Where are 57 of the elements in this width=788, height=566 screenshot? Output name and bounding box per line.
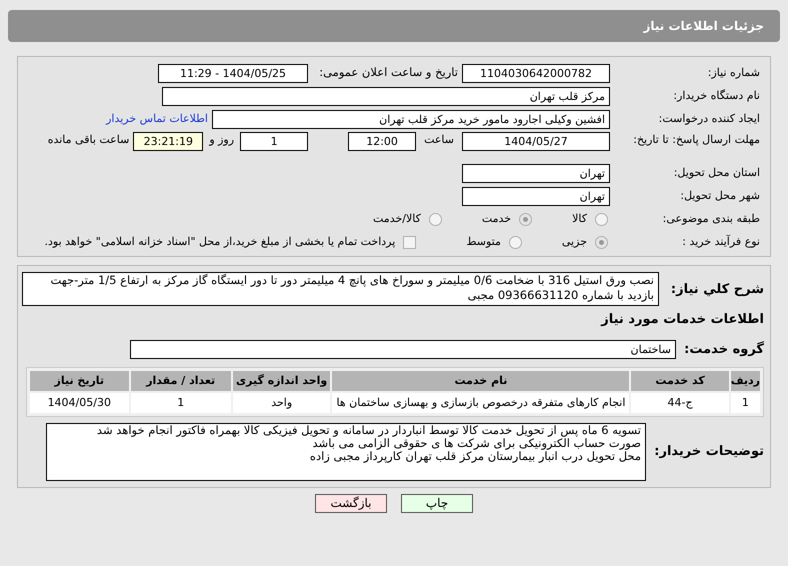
text-field[interactable]: تهران bbox=[462, 186, 610, 206]
text-field[interactable]: افشین وکیلی اجارود مامور خرید مرکز قلب تهران bbox=[212, 110, 610, 128]
text-field[interactable]: 1104030642000782 bbox=[462, 64, 610, 82]
print-button[interactable]: چاپ bbox=[401, 494, 473, 513]
back-button[interactable]: بازگشت bbox=[315, 494, 387, 513]
text-field[interactable]: 12:00 bbox=[348, 132, 416, 151]
field-label: نام دستگاه خریدار: bbox=[672, 88, 760, 104]
text-field[interactable]: 1404/05/25 - 11:29 bbox=[158, 64, 308, 82]
field-label: شهر محل تحویل: bbox=[679, 188, 760, 204]
table-cell: 1 bbox=[730, 393, 760, 413]
radio-label: کالا bbox=[572, 210, 587, 227]
checkbox-label: پرداخت تمام یا بخشی از مبلغ خرید،از محل "اسناد خزانه اسلامی" خواهد بود. bbox=[44, 234, 396, 250]
radio-label: متوسط bbox=[466, 234, 501, 250]
field-label: مهلت ارسال پاسخ: تا تاریخ: bbox=[632, 132, 760, 147]
checkbox[interactable] bbox=[403, 236, 416, 248]
column-header: تعداد / مقدار bbox=[130, 371, 231, 391]
text-field[interactable]: ساختمان bbox=[130, 340, 676, 359]
field-label: گروه خدمت: bbox=[683, 340, 764, 358]
radio-label: جزیی bbox=[562, 234, 587, 250]
description-textarea[interactable]: نصب ورق استیل 316 با ضخامت 0/6 میلیمتر و سوراخ های پانچ 4 میلیمتر دور تا دور ایستگاه گاز مرکز به ارتفاع 1/5 متر-جهت بازدید با شماره 09366631120 مجبی bbox=[22, 272, 659, 306]
table-cell: واحد bbox=[232, 393, 330, 413]
page-title: جزئیات اطلاعات نیاز bbox=[643, 18, 764, 35]
section-heading: اطلاعات خدمات مورد نیاز bbox=[600, 311, 764, 329]
field-label: تاریخ و ساعت اعلان عمومی: bbox=[318, 64, 458, 82]
days-label: روز و bbox=[209, 132, 234, 148]
radio-button[interactable] bbox=[428, 212, 442, 226]
column-header: کد خدمت bbox=[631, 371, 729, 391]
field-label: شرح کلي نیاز: bbox=[670, 281, 764, 299]
column-header: ردیف bbox=[730, 371, 760, 391]
text-field[interactable]: تهران bbox=[462, 164, 610, 182]
time-label: ساعت bbox=[424, 132, 454, 148]
text-field[interactable]: مرکز قلب تهران bbox=[162, 86, 610, 106]
field-label: توضیحات خریدار: bbox=[653, 443, 764, 462]
table-cell: ج-44 bbox=[631, 393, 729, 413]
radio-button[interactable] bbox=[519, 212, 532, 226]
radio-label: خدمت bbox=[482, 210, 512, 227]
table-cell: 1 bbox=[130, 393, 231, 413]
field-label: طبقه بندی موضوعی: bbox=[662, 210, 760, 227]
field-label: نوع فرآیند خرید : bbox=[681, 234, 760, 250]
notes-textarea[interactable]: تسویه 6 ماه پس از تحویل خدمت کالا توسط انباردار در سامانه و تحویل فیزیکی کالا بهمراه فاکتور انجام خواهد شد صورت حساب الکترونیکی برای شرکت ها ی حقوقی الزامی می باشد محل تحویل درب انبار بیمارستان مرکز قلب تهران کارپرداز مجبی زاده bbox=[46, 423, 646, 481]
field-label: استان محل تحویل: bbox=[672, 164, 760, 181]
column-header: تاریخ نیاز bbox=[30, 371, 129, 391]
radio-label: کالا/خدمت bbox=[373, 210, 421, 227]
remaining-label: ساعت باقی مانده bbox=[48, 132, 130, 148]
radio-button[interactable] bbox=[595, 212, 608, 226]
text-field[interactable]: 1 bbox=[240, 132, 308, 151]
column-header: واحد اندازه گیری bbox=[232, 371, 330, 391]
table-cell: 1404/05/30 bbox=[30, 393, 129, 413]
table-cell: انجام کارهای متفرقه درخصوص بازسازی و بهسازی ساختمان ها bbox=[332, 393, 630, 413]
column-header: نام خدمت bbox=[332, 371, 630, 391]
text-field[interactable]: 1404/05/27 bbox=[462, 132, 610, 151]
countdown-field[interactable]: 23:21:19 bbox=[133, 132, 204, 151]
radio-button[interactable] bbox=[508, 236, 522, 248]
contact-link[interactable]: اطلاعات تماس خریدار bbox=[106, 110, 208, 128]
field-label: ایجاد کننده درخواست: bbox=[658, 110, 760, 127]
field-label: شماره نیاز: bbox=[706, 64, 760, 81]
radio-button[interactable] bbox=[595, 236, 608, 248]
